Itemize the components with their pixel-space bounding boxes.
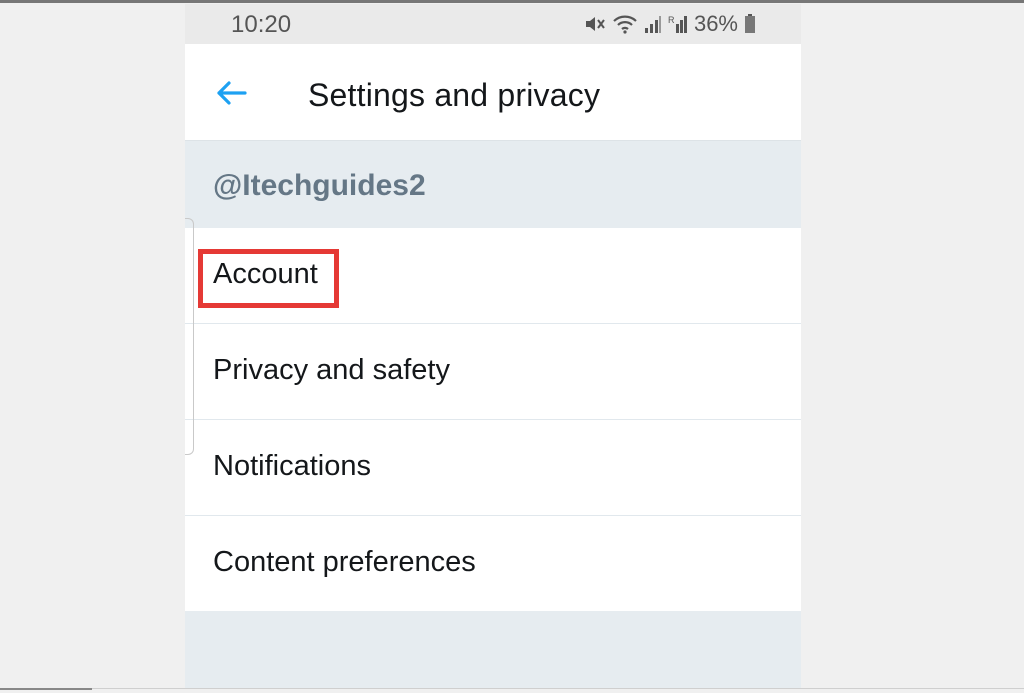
menu-item-label: Content preferences (213, 546, 476, 578)
roaming-signal-icon: R (668, 14, 688, 34)
bottom-divider-light (92, 688, 1024, 689)
menu-item-label: Notifications (213, 450, 371, 482)
signal-icon (644, 14, 662, 34)
menu-item-label: Account (213, 258, 318, 290)
status-icons: R 36% (584, 11, 756, 37)
page-title: Settings and privacy (308, 77, 601, 113)
window-top-border (0, 0, 1024, 3)
settings-header: Settings and privacy (185, 44, 801, 141)
wifi-icon (612, 14, 638, 34)
account-handle: @Itechguides2 (213, 169, 426, 202)
side-panel-handle[interactable] (185, 218, 194, 455)
status-bar: 10:20 R 36% (185, 4, 801, 44)
svg-text:R: R (668, 15, 675, 25)
account-handle-section: @Itechguides2 (185, 141, 801, 228)
settings-menu: Account Privacy and safety Notifications… (185, 228, 801, 611)
arrow-left-icon[interactable] (215, 80, 249, 106)
mute-icon (584, 14, 606, 34)
menu-item-label: Privacy and safety (213, 354, 450, 386)
menu-item-account[interactable]: Account (185, 228, 801, 324)
battery-percent: 36% (693, 11, 738, 36)
battery-icon (744, 14, 756, 34)
bottom-divider (0, 688, 92, 690)
menu-item-notifications[interactable]: Notifications (185, 420, 801, 516)
phone-screen: 10:20 R 36% Settings and privacy @Itechg… (185, 4, 801, 688)
status-time: 10:20 (231, 11, 292, 38)
menu-item-privacy-and-safety[interactable]: Privacy and safety (185, 324, 801, 420)
menu-item-content-preferences[interactable]: Content preferences (185, 516, 801, 611)
